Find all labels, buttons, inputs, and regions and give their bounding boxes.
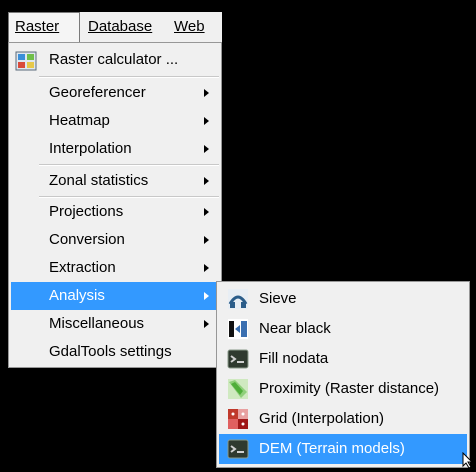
menu-item-interpolation[interactable]: Interpolation [11, 135, 219, 163]
proximity-icon [227, 378, 249, 400]
menu-item-label: Conversion [49, 231, 125, 248]
raster-menu: Raster calculator ... Georeferencer Heat… [8, 42, 222, 368]
submenu-item-fill-nodata[interactable]: Fill nodata [219, 344, 467, 374]
submenu-item-label: Grid (Interpolation) [259, 410, 385, 427]
submenu-arrow-icon [204, 236, 209, 244]
menu-separator [39, 164, 219, 166]
submenu-item-sieve[interactable]: Sieve [219, 284, 467, 314]
analysis-submenu: Sieve Near black Fill nodata Proximity (… [216, 281, 470, 468]
submenu-arrow-icon [204, 320, 209, 328]
menu-item-label: Zonal statistics [49, 172, 149, 189]
menu-item-miscellaneous[interactable]: Miscellaneous [11, 310, 219, 338]
submenu-arrow-icon [204, 117, 209, 125]
menu-item-conversion[interactable]: Conversion [11, 226, 219, 254]
submenu-item-dem[interactable]: DEM (Terrain models) [219, 434, 467, 464]
menu-item-gdaltools-settings[interactable]: GdalTools settings [11, 338, 219, 366]
submenu-item-label: Proximity (Raster distance) [259, 380, 440, 397]
raster-calculator-icon [15, 50, 37, 72]
menu-separator [39, 76, 219, 78]
menu-item-label: Extraction [49, 259, 116, 276]
menu-item-label: Heatmap [49, 112, 110, 129]
menu-item-label: Analysis [49, 287, 105, 304]
submenu-arrow-icon [204, 177, 209, 185]
submenu-item-grid[interactable]: Grid (Interpolation) [219, 404, 467, 434]
submenu-arrow-icon [204, 89, 209, 97]
menu-web[interactable]: Web [168, 12, 211, 42]
sieve-icon [227, 288, 249, 310]
menu-item-extraction[interactable]: Extraction [11, 254, 219, 282]
menu-item-zonal-statistics[interactable]: Zonal statistics [11, 167, 219, 195]
menu-raster[interactable]: Raster [8, 12, 80, 42]
grid-icon [227, 408, 249, 430]
submenu-item-proximity[interactable]: Proximity (Raster distance) [219, 374, 467, 404]
submenu-arrow-icon [204, 292, 209, 300]
dem-icon [227, 438, 249, 460]
menu-item-label: Interpolation [49, 140, 132, 157]
submenu-item-near-black[interactable]: Near black [219, 314, 467, 344]
menu-bar: Raster Database Web [8, 12, 222, 43]
menu-item-label: Miscellaneous [49, 315, 145, 332]
menu-item-label: Georeferencer [49, 84, 146, 101]
menu-item-label: Raster calculator ... [49, 51, 179, 68]
menu-item-georeferencer[interactable]: Georeferencer [11, 79, 219, 107]
submenu-arrow-icon [204, 208, 209, 216]
submenu-arrow-icon [204, 145, 209, 153]
submenu-item-label: Near black [259, 320, 331, 337]
menu-item-label: Projections [49, 203, 124, 220]
submenu-arrow-icon [204, 264, 209, 272]
menu-item-projections[interactable]: Projections [11, 198, 219, 226]
menu-web-label: Web [174, 18, 205, 35]
menu-database-label: Database [88, 18, 153, 35]
menu-item-label: GdalTools settings [49, 343, 172, 360]
menu-raster-label: Raster [15, 18, 60, 35]
submenu-item-label: Fill nodata [259, 350, 329, 367]
menu-item-analysis[interactable]: Analysis [11, 282, 219, 310]
near-black-icon [227, 318, 249, 340]
menu-database[interactable]: Database [82, 12, 158, 42]
menu-item-heatmap[interactable]: Heatmap [11, 107, 219, 135]
fill-nodata-icon [227, 348, 249, 370]
menu-item-raster-calculator[interactable]: Raster calculator ... [11, 46, 219, 74]
submenu-item-label: Sieve [259, 290, 297, 307]
mouse-cursor-icon [462, 451, 474, 469]
submenu-item-label: DEM (Terrain models) [259, 440, 405, 457]
